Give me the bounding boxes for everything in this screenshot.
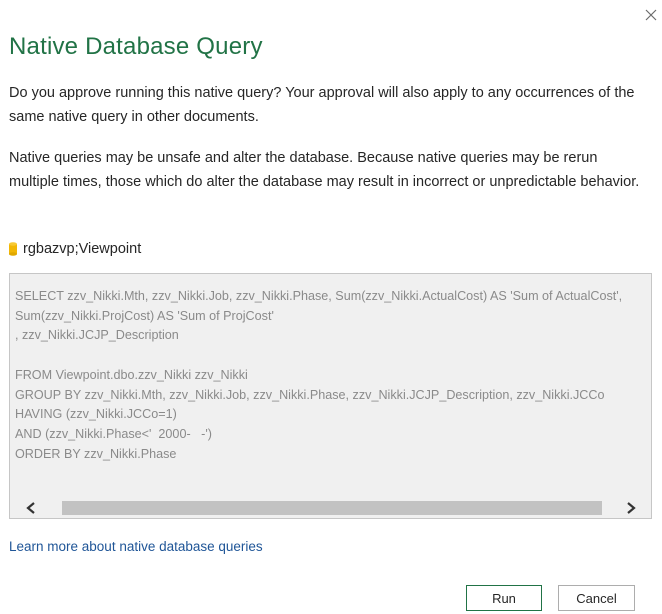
data-source-label: rgbazvp;Viewpoint	[23, 241, 142, 257]
scrollbar-thumb[interactable]	[62, 501, 602, 515]
database-icon	[9, 242, 17, 256]
scrollbar-track[interactable]	[42, 499, 620, 517]
chevron-left-icon	[26, 502, 35, 514]
run-button[interactable]: Run	[466, 585, 542, 611]
dialog-title: Native Database Query	[9, 33, 263, 60]
query-textarea[interactable]: SELECT zzv_Nikki.Mth, zzv_Nikki.Job, zzv…	[9, 273, 652, 519]
close-icon	[645, 9, 657, 21]
learn-more-link[interactable]: Learn more about native database queries	[9, 539, 263, 554]
cancel-button[interactable]: Cancel	[558, 585, 635, 611]
close-button[interactable]	[640, 4, 662, 26]
data-source: rgbazvp;Viewpoint	[9, 239, 141, 259]
horizontal-scrollbar[interactable]	[20, 499, 642, 517]
scroll-right-button[interactable]	[620, 499, 642, 517]
query-text: SELECT zzv_Nikki.Mth, zzv_Nikki.Job, zzv…	[15, 289, 623, 461]
approval-text: Do you approve running this native query…	[9, 85, 635, 125]
chevron-right-icon	[627, 502, 636, 514]
warning-text: Native queries may be unsafe and alter t…	[9, 150, 640, 190]
scroll-left-button[interactable]	[20, 499, 42, 517]
